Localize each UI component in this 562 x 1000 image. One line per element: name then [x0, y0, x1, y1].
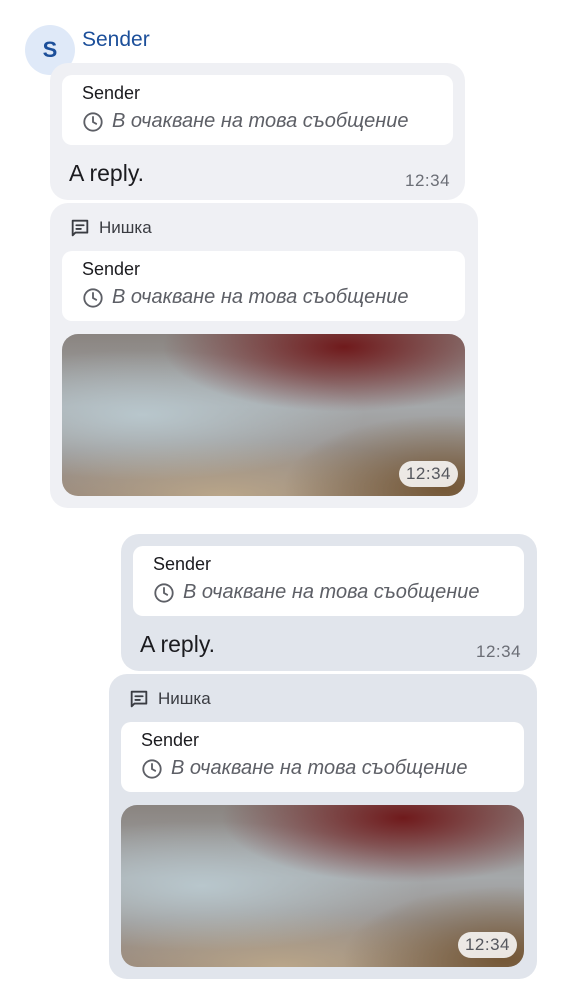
image-time-badge: 12:34 — [457, 932, 517, 958]
outgoing-thread-bubble[interactable]: Нишка Sender В очакване на това съобщени… — [109, 674, 537, 979]
clock-icon — [154, 582, 174, 603]
outgoing-reply-bubble[interactable]: Sender В очакване на това съобщение A re… — [121, 534, 537, 671]
thread-icon — [71, 219, 89, 237]
message-text: A reply. — [69, 160, 144, 186]
quote-sender: Sender — [141, 730, 200, 750]
quote-sender: Sender — [82, 259, 141, 279]
message-time: 12:34 — [476, 642, 522, 661]
reply-quote[interactable]: Sender В очакване на това съобщение — [133, 546, 524, 616]
image-attachment[interactable]: 12:34 — [62, 334, 465, 496]
reply-quote[interactable]: Sender В очакване на това съобщение — [121, 722, 524, 792]
thread-label-text: Нишка — [99, 218, 152, 237]
incoming-thread-bubble[interactable]: Нишка Sender В очакване на това съобщени… — [50, 203, 478, 508]
incoming-reply-bubble[interactable]: Sender В очакване на това съобщение A re… — [50, 63, 465, 200]
reply-quote[interactable]: Sender В очакване на това съобщение — [62, 75, 453, 145]
message-text: A reply. — [140, 631, 215, 657]
quote-status-text: В очакване на това съобщение — [112, 110, 409, 132]
clock-icon — [142, 758, 162, 779]
sender-name[interactable]: Sender — [82, 28, 150, 52]
thread-label[interactable]: Нишка — [128, 688, 211, 710]
image-time-badge: 12:34 — [398, 461, 458, 487]
quote-sender: Sender — [153, 554, 212, 574]
quote-status-text: В очакване на това съобщение — [112, 286, 409, 308]
quote-status: В очакване на това съобщение — [82, 286, 445, 309]
thread-label[interactable]: Нишка — [69, 217, 152, 239]
clock-icon — [83, 287, 103, 308]
quote-status: В очакване на това съобщение — [82, 110, 433, 133]
quote-status: В очакване на това съобщение — [153, 581, 504, 604]
quote-status-text: В очакване на това съобщение — [183, 581, 480, 603]
reply-quote[interactable]: Sender В очакване на това съобщение — [62, 251, 465, 321]
image-attachment[interactable]: 12:34 — [121, 805, 524, 967]
thread-label-text: Нишка — [158, 689, 211, 708]
quote-sender: Sender — [82, 83, 141, 103]
clock-icon — [83, 111, 103, 132]
quote-status-text: В очакване на това съобщение — [171, 757, 468, 779]
thread-icon — [130, 690, 148, 708]
message-time: 12:34 — [405, 171, 451, 190]
quote-status: В очакване на това съобщение — [141, 757, 504, 780]
